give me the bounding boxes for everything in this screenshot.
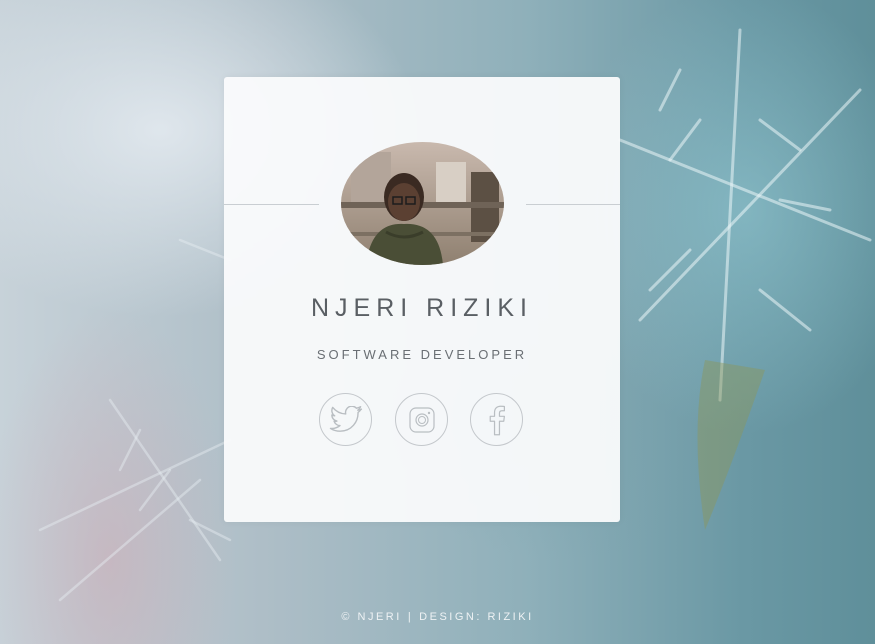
divider-right: [526, 204, 620, 205]
footer: © NJERI | DESIGN: RIZIKI: [0, 611, 875, 623]
profile-name: NJERI RIZIKI: [310, 294, 533, 322]
instagram-button[interactable]: [395, 393, 448, 446]
footer-design-credit: DESIGN: RIZIKI: [419, 611, 534, 623]
footer-copyright: © NJERI: [341, 611, 402, 623]
twitter-icon: [329, 405, 363, 434]
facebook-button[interactable]: [470, 393, 523, 446]
instagram-icon: [408, 406, 436, 434]
profile-card: NJERI RIZIKI SOFTWARE DEVELOPER: [224, 77, 620, 522]
social-links: [319, 393, 526, 449]
profile-title: SOFTWARE DEVELOPER: [316, 347, 528, 362]
facebook-icon: [486, 404, 508, 436]
twitter-button[interactable]: [319, 393, 372, 446]
avatar: [341, 142, 504, 265]
footer-separator: |: [407, 611, 414, 623]
divider-left: [224, 204, 319, 205]
